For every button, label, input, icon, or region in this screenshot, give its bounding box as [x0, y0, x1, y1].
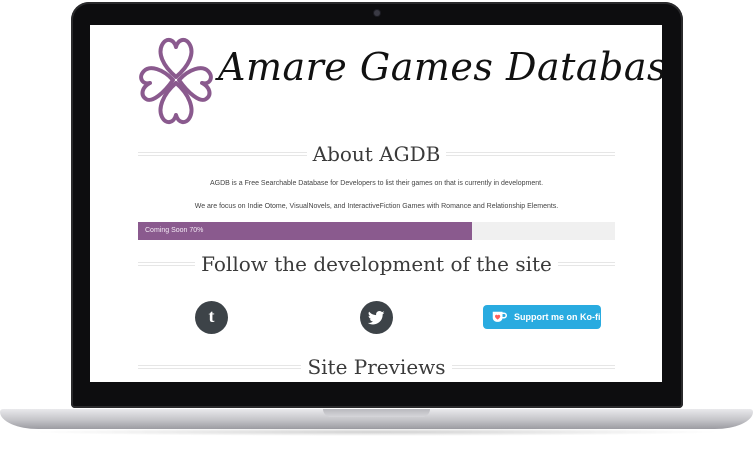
follow-heading: Follow the development of the site [201, 252, 552, 276]
progress-bar: Coming Soon 70% [138, 222, 615, 240]
laptop-base-notch [323, 409, 430, 417]
kofi-label: Support me on Ko-fi [514, 312, 601, 322]
kofi-support-button[interactable]: Support me on Ko-fi [483, 305, 601, 329]
about-text-line-2: We are focus on Indie Otome, VisualNovel… [194, 203, 559, 210]
kofi-cup-icon [492, 311, 507, 322]
browser-screen: Amare Games Database About AGDB AGDB is … [90, 25, 662, 382]
about-text-line-1: AGDB is a Free Searchable Database for D… [209, 180, 544, 187]
camera-icon [374, 10, 380, 16]
about-heading-row: About AGDB [138, 142, 615, 166]
divider [138, 152, 307, 156]
about-heading: About AGDB [312, 142, 441, 166]
divider [138, 365, 302, 369]
divider [451, 365, 616, 369]
progress-label: Coming Soon 70% [145, 227, 204, 234]
previews-heading: Site Previews [307, 355, 446, 379]
laptop-shadow [30, 428, 723, 436]
divider [557, 262, 615, 266]
divider [446, 152, 615, 156]
twitter-icon [368, 310, 385, 324]
clover-heart-logo [139, 38, 213, 124]
tumblr-icon: t [208, 306, 215, 326]
twitter-button[interactable] [360, 301, 393, 334]
follow-heading-row: Follow the development of the site [138, 252, 615, 276]
site-title[interactable]: Amare Games Database [218, 45, 662, 89]
tumblr-button[interactable]: t [195, 301, 228, 334]
divider [138, 262, 196, 266]
previews-heading-row: Site Previews [138, 355, 616, 379]
